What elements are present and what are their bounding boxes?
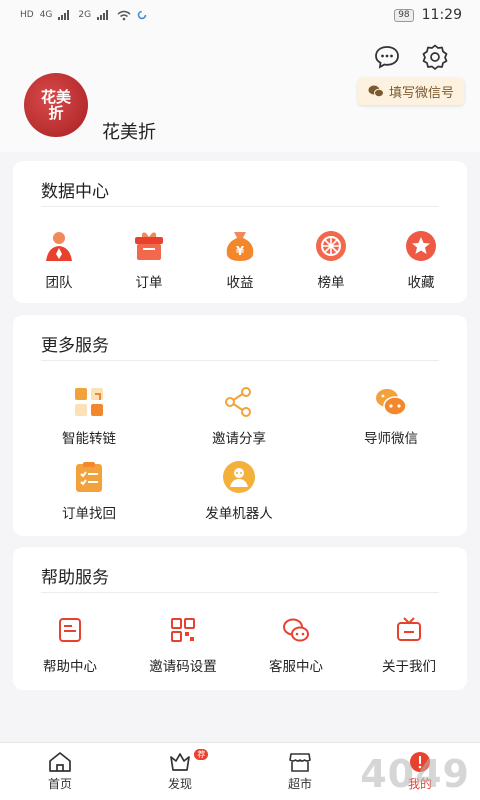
recommend-badge: 荐	[194, 749, 209, 760]
profile-header: 填写微信号 花美折 花美折	[0, 30, 480, 152]
data-item-label: 订单	[135, 275, 163, 291]
profile-icon	[410, 752, 430, 772]
wifi-icon	[117, 10, 131, 20]
service-item-label: 智能转链	[62, 431, 116, 447]
help-item-label: 邀请码设置	[149, 659, 217, 675]
nav-store[interactable]: 超市	[240, 743, 360, 800]
nav-label: 超市	[287, 777, 312, 791]
gift-icon	[132, 229, 166, 263]
data-item-favorites[interactable]: 收藏	[401, 229, 441, 291]
signal-icon-2	[97, 10, 109, 20]
team-icon	[42, 229, 76, 263]
username: 花美折	[102, 122, 156, 143]
status-left: HD 4G 2G	[20, 10, 147, 21]
status-right: 98 11:29	[394, 7, 462, 23]
money-bag-icon: ¥	[223, 229, 257, 263]
data-item-label: 收藏	[407, 275, 435, 291]
service-item-smart-link[interactable]: 智能转链	[49, 385, 129, 447]
data-item-ranking[interactable]: 榜单	[311, 229, 351, 291]
service-item-label: 导师微信	[364, 431, 418, 447]
more-services-title: 更多服务	[41, 336, 109, 356]
data-item-label: 收益	[226, 275, 254, 291]
data-center-title: 数据中心	[41, 182, 109, 202]
wechat-icon	[368, 85, 384, 98]
service-item-label: 订单找回	[62, 506, 116, 522]
nav-label: 我的	[407, 777, 432, 791]
signal-icon	[58, 10, 70, 20]
ranking-icon	[314, 229, 348, 263]
gear-icon	[422, 44, 448, 70]
tv-icon	[392, 613, 426, 647]
svg-text:¥: ¥	[236, 244, 245, 258]
nav-home[interactable]: 首页	[0, 743, 120, 800]
divider	[41, 592, 439, 593]
service-item-label: 邀请分享	[212, 431, 266, 447]
customer-service-icon	[279, 613, 313, 647]
divider	[41, 360, 439, 361]
help-services-title: 帮助服务	[41, 568, 109, 588]
home-icon	[49, 752, 71, 772]
store-icon	[289, 753, 311, 772]
clipboard-icon	[72, 460, 106, 494]
mentor-chat-icon	[374, 385, 408, 419]
status-bar: HD 4G 2G 98 11:29	[0, 0, 480, 30]
help-item-label: 客服中心	[269, 659, 323, 675]
robot-icon	[222, 460, 256, 494]
divider	[41, 206, 439, 207]
data-item-orders[interactable]: 订单	[129, 229, 169, 291]
help-item-customer-service[interactable]: 客服中心	[256, 613, 336, 675]
service-item-robot[interactable]: 发单机器人	[199, 460, 279, 522]
help-item-label: 关于我们	[382, 659, 436, 675]
help-services-card: 帮助服务 帮助中心 邀请码设置 客服中心 关于我们	[13, 547, 467, 690]
help-item-invite-code[interactable]: 邀请码设置	[137, 613, 229, 675]
help-item-about-us[interactable]: 关于我们	[369, 613, 449, 675]
nav-label: 发现	[167, 777, 192, 791]
network-label: 4G	[39, 10, 53, 20]
message-button[interactable]	[372, 42, 402, 72]
service-item-order-recover[interactable]: 订单找回	[49, 460, 129, 522]
service-item-mentor-wechat[interactable]: 导师微信	[351, 385, 431, 447]
sync-icon	[137, 10, 147, 20]
help-item-label: 帮助中心	[43, 659, 97, 675]
avatar-logo-text: 花美折	[40, 88, 71, 122]
network2-label: 2G	[78, 10, 92, 20]
service-item-label: 发单机器人	[205, 506, 273, 522]
clock: 11:29	[421, 7, 462, 23]
star-icon	[404, 229, 438, 263]
battery-indicator: 98	[394, 8, 414, 22]
discover-icon	[170, 753, 190, 771]
settings-button[interactable]	[420, 42, 450, 72]
help-item-help-center[interactable]: 帮助中心	[30, 613, 110, 675]
service-item-invite-share[interactable]: 邀请分享	[199, 385, 279, 447]
nav-discover[interactable]: 荐 发现	[120, 743, 240, 800]
nav-label: 首页	[47, 777, 72, 791]
data-item-label: 团队	[45, 275, 73, 291]
fill-wechat-button[interactable]: 填写微信号	[357, 78, 464, 105]
data-item-team[interactable]: 团队	[39, 229, 79, 291]
share-icon	[222, 385, 256, 419]
header-actions	[372, 42, 450, 72]
help-doc-icon	[53, 613, 87, 647]
data-item-earnings[interactable]: ¥ 收益	[220, 229, 260, 291]
hd-icon: HD	[20, 10, 34, 20]
data-item-label: 榜单	[317, 275, 345, 291]
avatar[interactable]: 花美折	[24, 73, 88, 137]
more-services-card: 更多服务 智能转链 邀请分享 导师微信 订单找回 发单机器人	[13, 315, 467, 536]
nav-profile[interactable]: 我的	[360, 743, 480, 800]
convert-link-icon	[72, 385, 106, 419]
chat-bubble-icon	[375, 46, 399, 69]
qr-code-icon	[166, 613, 200, 647]
data-center-card: 数据中心 团队 订单 ¥ 收益 榜单 收藏	[13, 161, 467, 303]
bottom-nav: 首页 荐 发现 超市 我的	[0, 742, 480, 800]
fill-wechat-label: 填写微信号	[388, 86, 454, 101]
